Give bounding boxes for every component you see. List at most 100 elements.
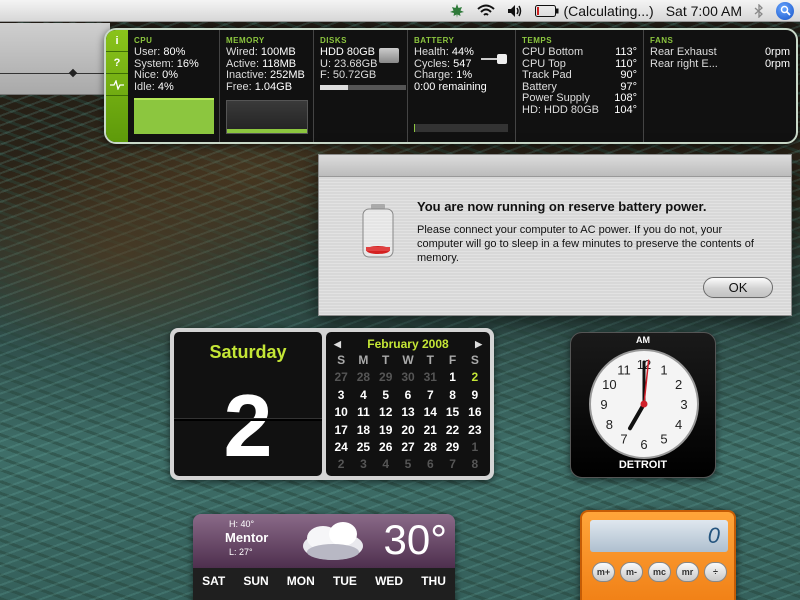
calendar-day-cell[interactable]: 8 [441,387,463,404]
pulse-icon [110,79,124,90]
calculator-display: 0 [590,520,728,552]
clock-numeral: 4 [675,417,682,432]
calendar-day-cell[interactable]: 28 [419,439,441,456]
calendar-day-cell[interactable]: 17 [330,422,352,439]
wifi-icon[interactable] [477,4,496,18]
calendar-day-cell[interactable]: 27 [397,439,419,456]
calendar-day-cell[interactable]: 23 [464,422,486,439]
volume-icon[interactable] [507,4,523,18]
alert-message: Please connect your computer to AC power… [417,224,754,264]
calendar-day-cell[interactable]: 3 [330,387,352,404]
disk-free: F: 50.72GB [320,69,377,81]
calendar-day-cell[interactable]: 4 [375,456,397,473]
forecast-day: SUN [243,574,269,588]
calendar-day-cell[interactable]: 7 [441,456,463,473]
flip-divider [174,418,322,421]
calendar-day-cell[interactable]: 15 [441,404,463,421]
calendar-day-cell[interactable]: 9 [464,387,486,404]
battery-menu[interactable]: (Calculating...) [535,2,654,19]
help-tab[interactable]: ? [106,52,128,74]
calendar-day-panel[interactable]: Saturday 2 [174,332,322,476]
temps-header: TEMPS [522,36,553,45]
cpu-section: CPU User: 80% System: 16% Nice: 0% Idle:… [128,30,220,142]
info-tab[interactable]: i [106,30,128,52]
fans-section: FANS Rear Exhaust 0rpm Rear right E... 0rp… [650,36,790,70]
am-pm-label: AM [636,335,650,345]
ok-button[interactable]: OK [703,277,773,298]
forecast-day: THU [421,574,446,588]
menubar-clock[interactable]: Sat 7:00 AM [666,3,742,19]
calendar-day-cell[interactable]: 30 [397,369,419,386]
calendar-week-row: 27 28 29 30 31 1 2 [330,369,486,386]
calendar-day-cell[interactable]: 1 [441,369,463,386]
calendar-day-cell[interactable]: 21 [419,422,441,439]
calendar-day-cell[interactable]: 1 [464,439,486,456]
calendar-widget: Saturday 2 ◀ February 2008 ▶ S M T W T F… [170,328,494,480]
calendar-day-cell[interactable]: 8 [464,456,486,473]
calendar-day-cell[interactable]: 12 [375,404,397,421]
calendar-day-cell[interactable]: 18 [352,422,374,439]
calendar-day-cell[interactable]: 11 [352,404,374,421]
clock-numeral: 6 [640,437,647,452]
calendar-day-cell[interactable]: 6 [419,456,441,473]
calendar-day-cell[interactable]: 5 [397,456,419,473]
clock-numeral: 3 [680,397,687,412]
calendar-day-cell[interactable]: 28 [352,369,374,386]
calendar-day-cell[interactable]: 29 [441,439,463,456]
calendar-day-cell[interactable]: 5 [375,387,397,404]
calendar-day-cell[interactable]: 3 [352,456,374,473]
empty-battery-icon [361,203,395,259]
memory-clear-key[interactable]: mc [648,562,671,582]
pulse-tab[interactable] [106,74,128,96]
menu-bar: (Calculating...) Sat 7:00 AM [0,0,800,22]
previous-month-arrow-icon[interactable]: ◀ [334,339,341,350]
clock-city: DETROIT [618,459,668,471]
date-number: 2 [223,376,273,475]
calendar-day-cell[interactable]: 22 [441,422,463,439]
calendar-day-cell[interactable]: 10 [330,404,352,421]
clock-face: 121234567891011 [589,349,699,459]
memory-header: MEMORY [226,36,265,45]
battery-status-text: (Calculating...) [563,2,654,19]
clock-numeral: 1 [660,362,667,377]
calendar-day-cell[interactable]: 16 [464,404,486,421]
weather-city: Mentor [225,530,269,545]
calendar-day-cell[interactable]: 26 [375,439,397,456]
clock-numeral: 2 [675,377,682,392]
next-month-arrow-icon[interactable]: ▶ [475,339,482,350]
maple-leaf-menu-icon[interactable] [449,3,465,19]
calculator-widget: 0 m+ m- mc mr ÷ [580,510,736,600]
forecast-day: TUE [332,574,357,588]
weather-widget[interactable]: H: 40° Mentor L: 27° 30° SAT SUN MON TUE… [193,514,455,600]
weather-low: L: 27° [229,547,253,557]
clock-numeral: 9 [600,397,607,412]
calendar-day-cell[interactable]: 4 [352,387,374,404]
weather-high: H: 40° [229,519,255,529]
memory-subtract-key[interactable]: m- [620,562,643,582]
calendar-day-cell[interactable]: 6 [397,387,419,404]
battery-remaining: 0:00 remaining [414,80,487,93]
memory-section: MEMORY Wired: 100MB Active: 118MB Inacti… [220,30,314,142]
calendar-day-cell[interactable]: 19 [375,422,397,439]
calendar-day-cell[interactable]: 2 [330,456,352,473]
calendar-day-cell[interactable]: 24 [330,439,352,456]
weather-current: H: 40° Mentor L: 27° 30° [193,514,455,568]
calendar-day-cell[interactable]: 14 [419,404,441,421]
calendar-day-cell[interactable]: 25 [352,439,374,456]
istat-widget: i ? CPU User: 80% System: 16% Nice: 0% I… [104,28,798,144]
calendar-day-cell[interactable]: 29 [375,369,397,386]
calendar-day-cell[interactable]: 27 [330,369,352,386]
calendar-day-cell[interactable]: 20 [397,422,419,439]
spotlight-search-icon[interactable] [776,1,794,20]
istat-tabs: i ? [106,30,128,142]
calendar-day-cell[interactable]: 7 [419,387,441,404]
memory-add-key[interactable]: m+ [592,562,615,582]
world-clock-widget[interactable]: AM 121234567891011 DETROIT [570,332,716,478]
bluetooth-icon[interactable] [754,3,764,18]
calendar-day-cell[interactable]: 31 [419,369,441,386]
divide-key[interactable]: ÷ [704,562,727,582]
calendar-day-cell[interactable]: 2 [464,369,486,386]
memory-recall-key[interactable]: mr [676,562,699,582]
hard-drive-icon [379,48,399,63]
calendar-day-cell[interactable]: 13 [397,404,419,421]
